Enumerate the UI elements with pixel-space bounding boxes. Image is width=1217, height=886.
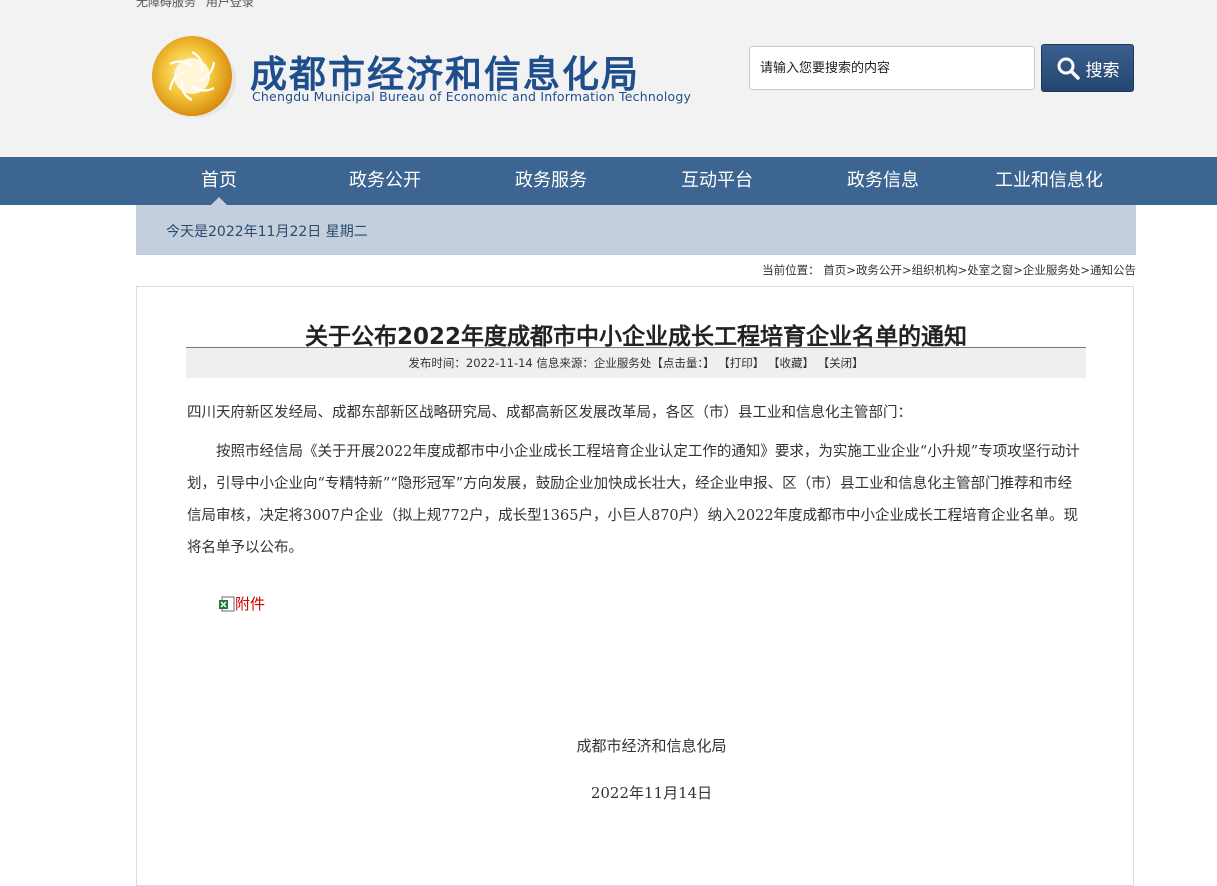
breadcrumb-item[interactable]: 组织机构 (912, 263, 958, 277)
accessibility-link[interactable]: 无障碍服务 (136, 0, 196, 9)
nav-government-info[interactable]: 政务信息 (800, 157, 966, 205)
addressee: 四川天府新区发经局、成都东部新区战略研究局、成都高新区发展改革局，各区（市）县工… (187, 405, 912, 421)
breadcrumb-item[interactable]: 处室之窗 (967, 263, 1013, 277)
main-nav: 首页 政务公开 政务服务 互动平台 政务信息 工业和信息化 (0, 157, 1217, 205)
breadcrumb: 当前位置： 首页>政务公开>组织机构>处室之窗>企业服务处>通知公告 (762, 263, 1136, 277)
breadcrumb-item[interactable]: 企业服务处 (1023, 263, 1081, 277)
breadcrumb-prefix: 当前位置： (762, 263, 820, 277)
excel-file-icon (219, 596, 235, 611)
nav-industry-it[interactable]: 工业和信息化 (966, 157, 1132, 205)
publish-info: 发布时间：2022-11-14 信息来源：企业服务处【点击量：】 (408, 356, 715, 370)
article-title: 关于公布2022年度成都市中小企业成长工程培育企业名单的通知 (304, 324, 967, 350)
nav-government-services[interactable]: 政务服务 (468, 157, 634, 205)
favorite-link[interactable]: 【收藏】 (768, 356, 814, 370)
search-icon (1057, 57, 1080, 80)
article-body: 四川天府新区发经局、成都东部新区战略研究局、成都高新区发展改革局，各区（市）县工… (187, 397, 1085, 564)
search-input[interactable] (749, 46, 1035, 90)
breadcrumb-item[interactable]: 政务公开 (856, 263, 902, 277)
breadcrumb-item[interactable]: 通知公告 (1090, 263, 1136, 277)
login-link[interactable]: 用户登录 (206, 0, 254, 9)
breadcrumb-item[interactable]: 首页 (823, 263, 846, 277)
top-links: 无障碍服务 用户登录 (136, 0, 260, 10)
close-link[interactable]: 【关闭】 (818, 356, 864, 370)
nav-home[interactable]: 首页 (136, 157, 302, 205)
current-date: 今天是2022年11月22日 星期二 (166, 224, 368, 240)
date-bar: 今天是2022年11月22日 星期二 (136, 205, 1136, 255)
signature-date: 2022年11月14日 (590, 784, 713, 802)
article-container: 关于公布2022年度成都市中小企业成长工程培育企业名单的通知 发布时间：2022… (136, 286, 1134, 886)
article-meta: 发布时间：2022-11-14 信息来源：企业服务处【点击量：】 【打印】 【收… (186, 347, 1086, 378)
nav-interaction[interactable]: 互动平台 (634, 157, 800, 205)
search-button[interactable]: 搜索 (1041, 44, 1134, 92)
attachment-link[interactable]: 附件 (219, 593, 265, 614)
signer: 成都市经济和信息化局 (576, 737, 727, 755)
nav-government-affairs[interactable]: 政务公开 (302, 157, 468, 205)
search-button-label: 搜索 (1085, 60, 1120, 81)
attachment-label: 附件 (235, 595, 266, 613)
site-subtitle: Chengdu Municipal Bureau of Economic and… (252, 89, 692, 104)
print-link[interactable]: 【打印】 (718, 356, 764, 370)
bureau-emblem-icon (152, 36, 236, 118)
body-paragraph: 按照市经信局《关于开展2022年度成都市中小企业成长工程培育企业认定工作的通知》… (187, 444, 1080, 556)
